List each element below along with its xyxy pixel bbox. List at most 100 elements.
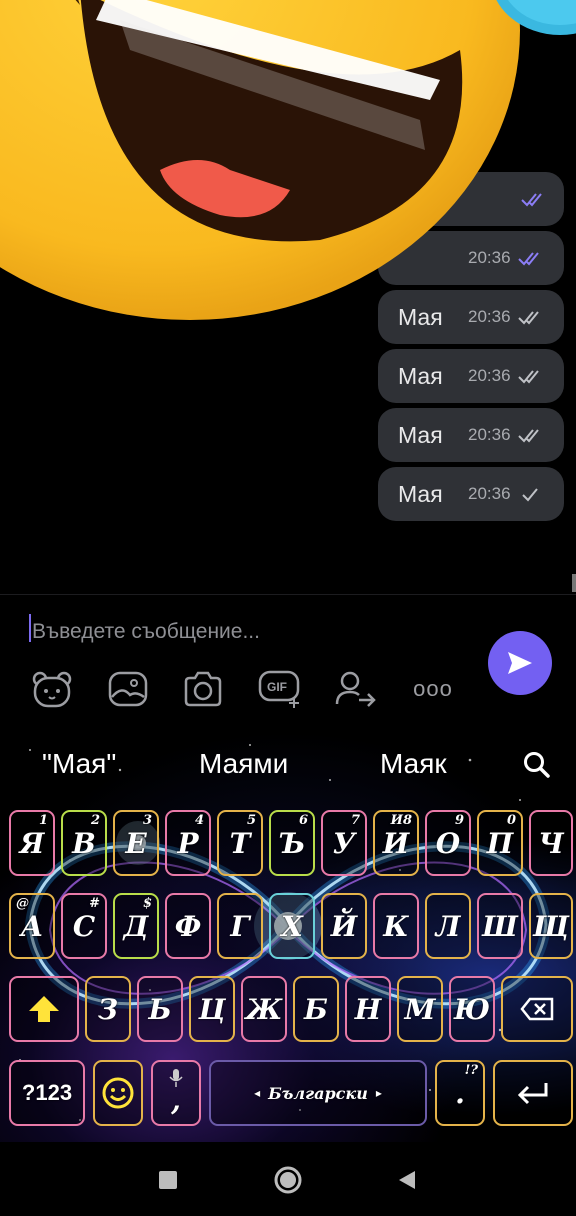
symbols-label: ?123 [21,1080,73,1105]
key-label: Я [19,826,45,860]
backspace-key[interactable] [501,976,573,1042]
key-em[interactable]: М [397,976,443,1042]
scrollbar-thumb[interactable] [572,574,576,592]
key-tse[interactable]: Ц [189,976,235,1042]
key-shta[interactable]: Щ [529,893,573,959]
key-o[interactable]: О9 [425,810,471,876]
key-es[interactable]: С # [61,893,107,959]
key-alt-label: 2 [90,813,100,828]
key-label: Т [229,826,251,860]
key-en[interactable]: Н [345,976,391,1042]
space-right-arrow: ▸ [375,1086,382,1100]
gallery-button[interactable] [106,667,150,711]
delivered-ticks-icon [517,370,539,384]
suggestion-1[interactable]: "Мая" [42,748,116,780]
symbols-key[interactable]: ?123 [9,1060,85,1126]
message-input[interactable] [30,613,454,651]
message-time: 20:36 [468,366,511,385]
search-icon[interactable] [522,750,552,780]
svg-text:GIF: GIF [267,680,287,694]
key-yu[interactable]: Ю [449,976,495,1042]
message-text: Мая [398,362,443,389]
suggestion-3[interactable]: Маяк [380,748,447,780]
key-label: Ю [453,992,491,1026]
key-alt-label: 7 [350,813,360,828]
gallery-icon [108,671,148,707]
key-label: З [97,992,119,1026]
sticker-icon [32,671,72,708]
gif-button[interactable]: GIF [258,667,302,711]
suggestion-2[interactable]: Маями [199,748,288,780]
chat-area: 20:36 Мая 20:36 Мая 20:36 Мая 20:36 Мая … [0,0,576,594]
recents-icon [159,1171,177,1189]
key-sha[interactable]: Ш [477,893,523,959]
message-composer: GIF ooo [0,594,576,731]
key-er[interactable]: Р4 [165,810,211,876]
key-label: У [332,826,356,860]
more-options-button[interactable]: ooo [410,667,456,711]
key-alt-label: 0 [506,813,516,828]
message-bubble[interactable]: Мая 20:36 [378,408,564,462]
key-de[interactable]: Д $ [113,893,159,959]
key-label: Ц [198,992,226,1026]
home-button[interactable] [270,1162,306,1198]
share-contact-button[interactable] [334,667,378,711]
key-i[interactable]: И И8 [373,810,419,876]
key-label: Р [177,826,199,860]
comma-key[interactable]: , [151,1060,201,1126]
key-e[interactable]: Е3 [113,810,159,876]
microphone-icon [169,1069,183,1087]
emoji-key[interactable] [93,1060,143,1126]
message-bubble[interactable]: Мая 20:36 [378,349,564,403]
key-te[interactable]: Т5 [217,810,263,876]
key-label: О [435,826,461,860]
message-time: 20:36 [468,425,511,444]
key-ef[interactable]: Ф [165,893,211,959]
send-button[interactable] [488,631,552,695]
gif-icon: GIF [258,670,300,708]
key-label: И [382,826,410,860]
key-label: Й [330,909,358,943]
message-time: 20:36 [468,484,511,503]
key-label: Ф [174,909,202,943]
key-el[interactable]: Л [425,893,471,959]
key-hard-sign[interactable]: Ъ6 [269,810,315,876]
period-key[interactable]: !? . [435,1060,485,1126]
space-left-arrow: ◂ [254,1086,261,1100]
key-ka[interactable]: К [373,893,419,959]
key-ge[interactable]: Г [217,893,263,959]
key-u[interactable]: У7 [321,810,367,876]
recents-button[interactable] [150,1162,186,1198]
period-alt-label: !? [464,1063,478,1078]
key-label: А [20,909,44,943]
shift-key[interactable] [9,976,79,1042]
key-ya[interactable]: Я1 [9,810,55,876]
sticker-button[interactable] [30,667,74,711]
key-ha[interactable]: Х [269,893,315,959]
space-key[interactable]: ◂ Български ▸ [209,1060,427,1126]
key-che[interactable]: Ч [529,810,573,876]
key-ze[interactable]: З [85,976,131,1042]
key-label: Х [281,909,303,943]
key-a[interactable]: А @ [9,893,55,959]
key-alt-label: 5 [246,813,256,828]
key-label: Б [304,992,328,1026]
key-pe[interactable]: П0 [477,810,523,876]
key-label: Щ [532,909,570,943]
period-label: . [455,1076,465,1110]
key-label: Ж [245,992,283,1026]
enter-key[interactable] [493,1060,573,1126]
home-icon [274,1166,302,1194]
key-short-i[interactable]: Й [321,893,367,959]
key-ve[interactable]: В2 [61,810,107,876]
key-alt-label: 6 [298,813,308,828]
message-bubble[interactable]: Мая 20:36 [378,467,564,521]
key-be[interactable]: Б [293,976,339,1042]
laughing-emoji-sticker[interactable] [0,0,576,320]
back-button[interactable] [388,1162,424,1198]
comma-label: , [171,1083,181,1117]
key-alt-label: 1 [38,813,48,828]
key-soft-sign[interactable]: Ь [137,976,183,1042]
key-zhe[interactable]: Ж [241,976,287,1042]
camera-button[interactable] [181,667,225,711]
